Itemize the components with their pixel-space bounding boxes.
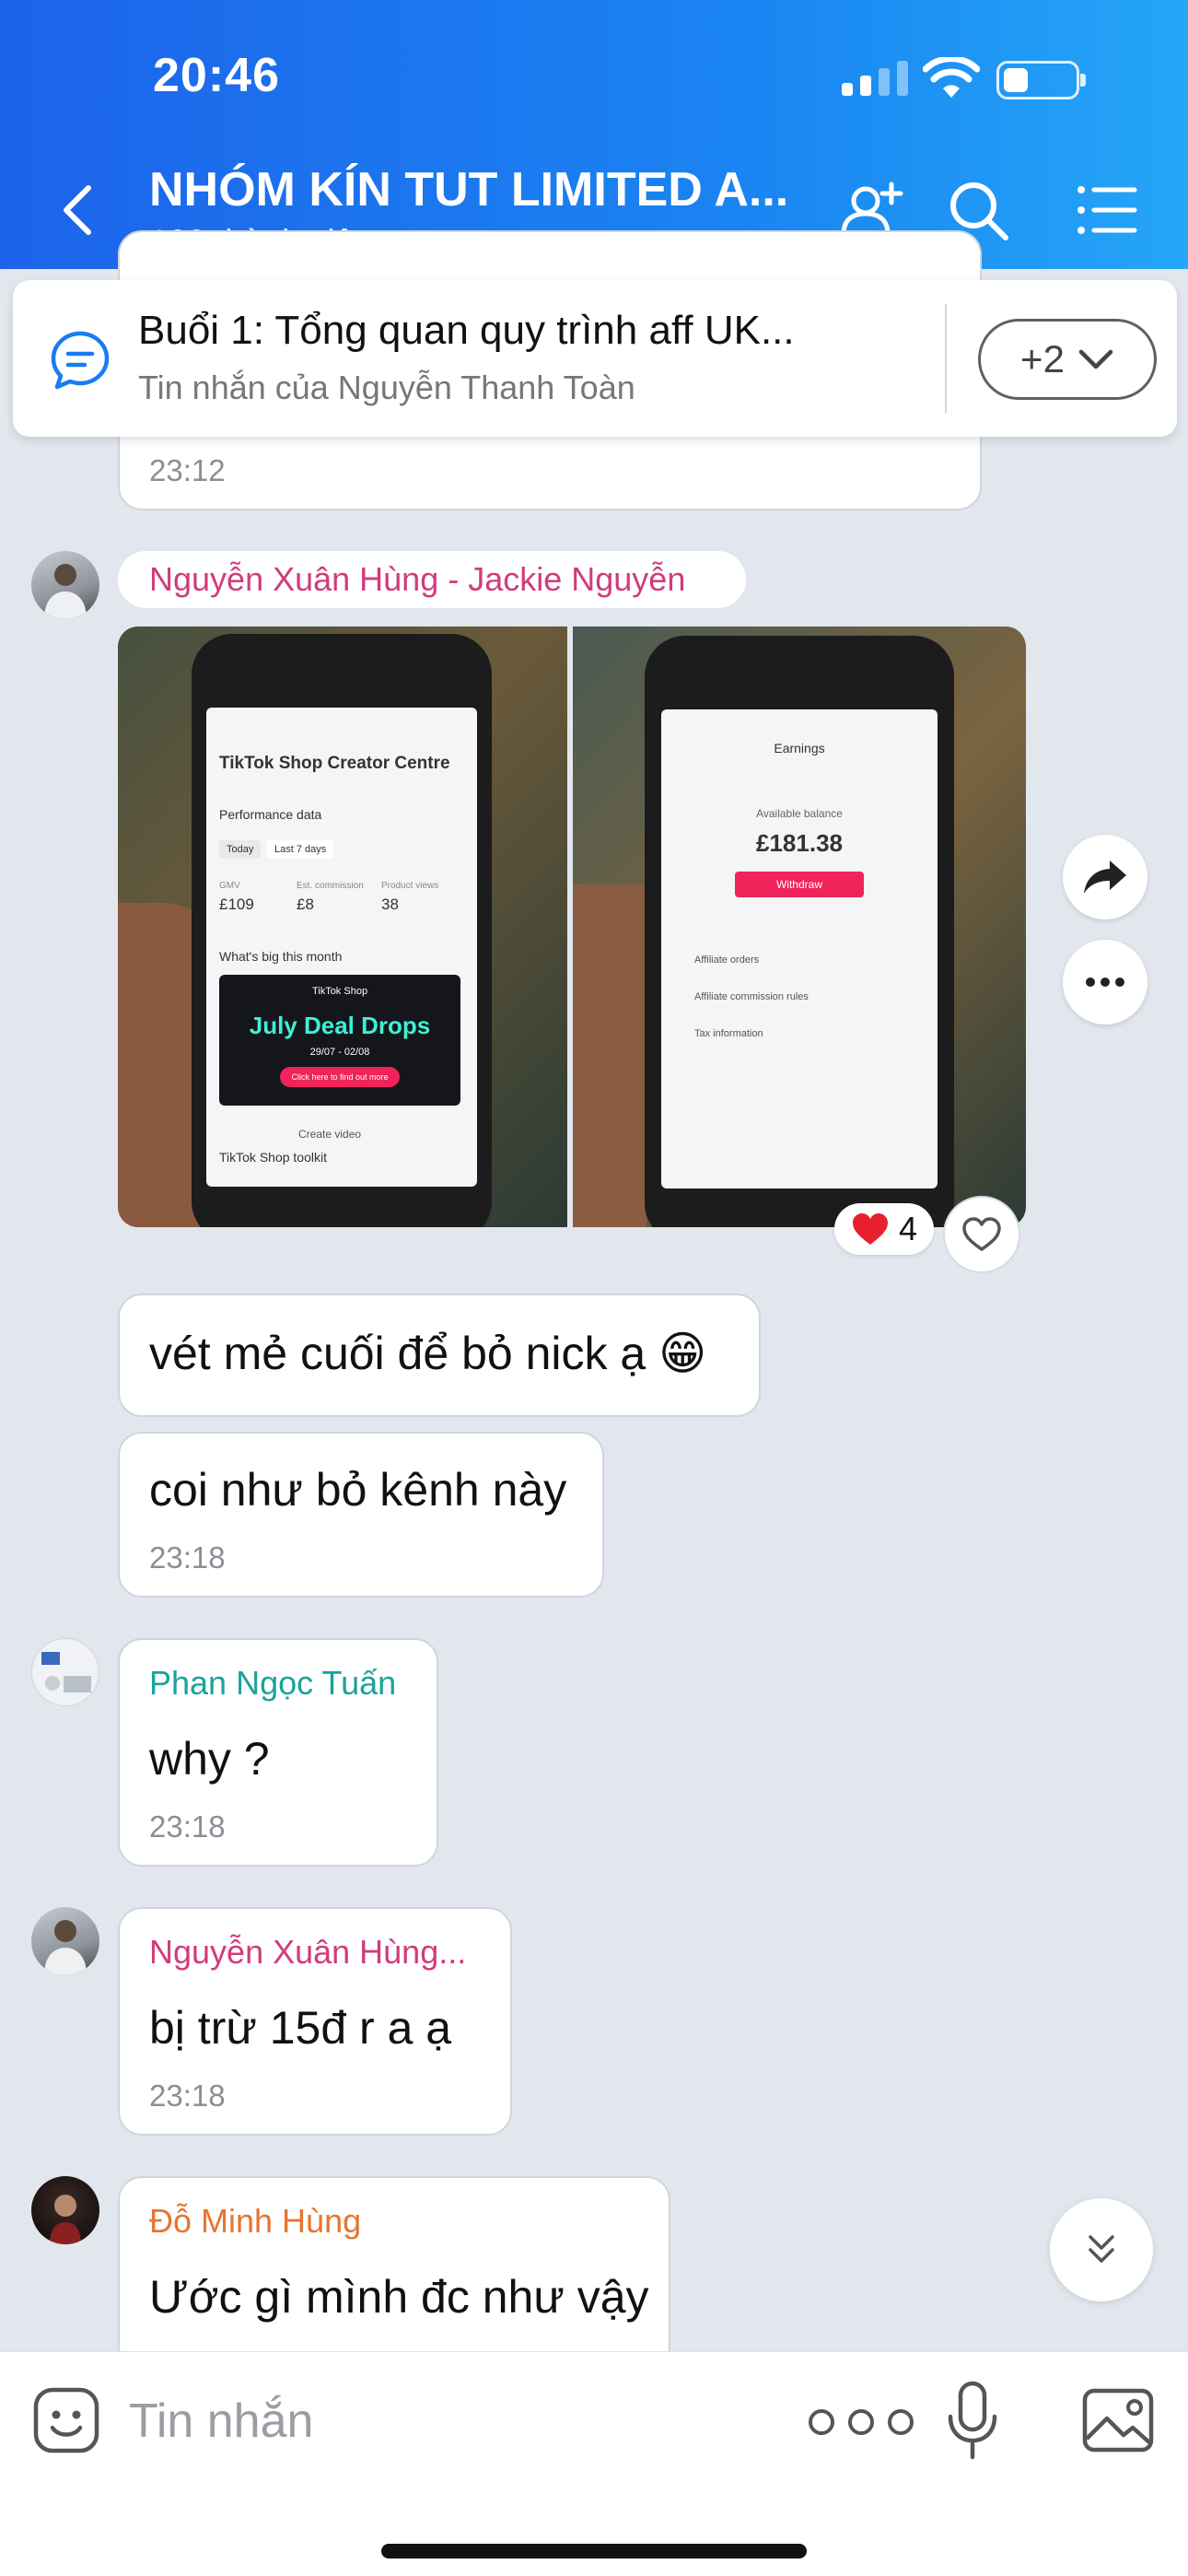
avatar[interactable] xyxy=(31,2176,99,2244)
whats-big-label: What's big this month xyxy=(219,949,343,964)
message-time: 23:18 xyxy=(149,1809,226,1844)
double-chevron-down-icon xyxy=(1089,2235,1114,2263)
screen-header: TikTok Shop Creator Centre xyxy=(219,754,450,773)
shared-photo-1[interactable]: TikTok Shop Creator Centre Performance d… xyxy=(118,626,567,1227)
divider xyxy=(945,304,947,413)
message-time: 23:18 xyxy=(149,2078,226,2113)
message-time: 23:18 xyxy=(149,1540,226,1575)
commission-label: Est. commission xyxy=(297,881,364,891)
pinned-subtitle: Tin nhắn của Nguyễn Thanh Toàn xyxy=(138,369,635,406)
gmv-label: GMV xyxy=(219,881,240,891)
message-text: why ? xyxy=(149,1733,270,1785)
react-button[interactable] xyxy=(943,1196,1020,1273)
pinned-message-banner[interactable]: Buổi 1: Tổng quan quy trình aff UK... Ti… xyxy=(13,280,1177,437)
phone-image: TikTok Shop Creator Centre Performance d… xyxy=(192,634,492,1227)
sender-name[interactable]: Nguyễn Xuân Hùng... xyxy=(149,1933,466,1972)
avatar[interactable] xyxy=(31,1638,99,1706)
message-text: coi như bỏ kênh này xyxy=(149,1464,567,1516)
pinned-more-label: +2 xyxy=(1020,337,1065,381)
chat-header: 20:46 NHÓM KÍN TUT LIMITED A... 100 thàn… xyxy=(0,0,1188,269)
commission-value: £8 xyxy=(297,896,314,913)
tab-today: Today xyxy=(219,840,262,859)
ellipsis-icon xyxy=(1086,978,1124,987)
microphone-icon[interactable] xyxy=(945,2380,1000,2463)
grin-emoji: 😁 xyxy=(658,1328,707,1379)
promo-banner: TikTok Shop July Deal Drops 29/07 - 02/0… xyxy=(219,975,460,1106)
views-label: Product views xyxy=(381,881,439,891)
banner-dates: 29/07 - 02/08 xyxy=(309,1047,370,1058)
message-input[interactable] xyxy=(129,2389,774,2453)
cellular-signal-icon xyxy=(842,61,908,96)
message-text: bị trừ 15đ r a ạ xyxy=(149,2002,452,2054)
status-time: 20:46 xyxy=(153,49,280,102)
pinned-title: Buổi 1: Tổng quan quy trình aff UK... xyxy=(138,308,795,353)
balance-value: £181.38 xyxy=(756,829,843,857)
wifi-icon xyxy=(923,57,980,98)
views-value: 38 xyxy=(381,896,399,913)
banner-title: July Deal Drops xyxy=(249,1012,431,1039)
chevron-down-icon xyxy=(1078,349,1113,369)
row-affiliate-orders: Affiliate orders xyxy=(694,954,760,966)
image-icon[interactable] xyxy=(1081,2385,1155,2455)
hand-image xyxy=(573,884,646,1227)
withdraw-button: Withdraw xyxy=(735,872,864,897)
more-options-button[interactable] xyxy=(1063,940,1147,1025)
gmv-value: £109 xyxy=(219,896,254,913)
battery-icon xyxy=(996,61,1086,100)
toolkit-label: TikTok Shop toolkit xyxy=(219,1150,327,1165)
banner-brand: TikTok Shop xyxy=(311,986,368,997)
screen-header: Earnings xyxy=(774,741,825,755)
share-arrow-icon xyxy=(1084,861,1126,894)
message-text: Ước gì mình đc như vậy xyxy=(149,2271,649,2323)
share-button[interactable] xyxy=(1063,835,1147,919)
pinned-more-button[interactable]: +2 xyxy=(978,319,1157,400)
chat-bubble-icon xyxy=(51,331,110,390)
home-indicator xyxy=(381,2544,807,2558)
shared-photo-2[interactable]: Earnings Available balance £181.38 Withd… xyxy=(573,626,1026,1227)
message-text: vét mẻ cuối để bỏ nick ạ 😁 xyxy=(149,1328,707,1379)
reaction-count: 4 xyxy=(899,1210,918,1247)
tab-last-7-days: Last 7 days xyxy=(267,840,334,859)
phone-image: Earnings Available balance £181.38 Withd… xyxy=(645,636,954,1227)
performance-label: Performance data xyxy=(219,807,322,822)
avatar[interactable] xyxy=(31,1907,99,1975)
create-video-label: Create video xyxy=(298,1128,362,1141)
banner-cta: Click here to find out more xyxy=(280,1067,400,1087)
prev-message-time: 23:12 xyxy=(149,453,226,487)
emoji-icon[interactable] xyxy=(31,2385,101,2455)
back-icon[interactable] xyxy=(55,182,103,238)
red-heart-icon xyxy=(853,1213,888,1245)
row-commission-rules: Affiliate commission rules xyxy=(694,991,809,1002)
avatar[interactable] xyxy=(31,551,99,619)
sender-name[interactable]: Nguyễn Xuân Hùng - Jackie Nguyễn xyxy=(149,560,685,599)
group-title[interactable]: NHÓM KÍN TUT LIMITED A... xyxy=(149,162,788,217)
heart-outline-icon xyxy=(962,1217,1001,1251)
scroll-to-bottom-button[interactable] xyxy=(1050,2198,1153,2301)
message-input-bar xyxy=(0,2351,1188,2576)
row-tax-info: Tax information xyxy=(694,1028,763,1039)
balance-label: Available balance xyxy=(756,807,843,820)
sender-name[interactable]: Phan Ngọc Tuấn xyxy=(149,1664,396,1703)
menu-list-icon[interactable] xyxy=(1072,175,1142,245)
reaction-badge[interactable]: 4 xyxy=(834,1203,935,1255)
sender-name[interactable]: Đỗ Minh Hùng xyxy=(149,2202,361,2241)
more-dots-icon[interactable] xyxy=(801,2402,921,2442)
